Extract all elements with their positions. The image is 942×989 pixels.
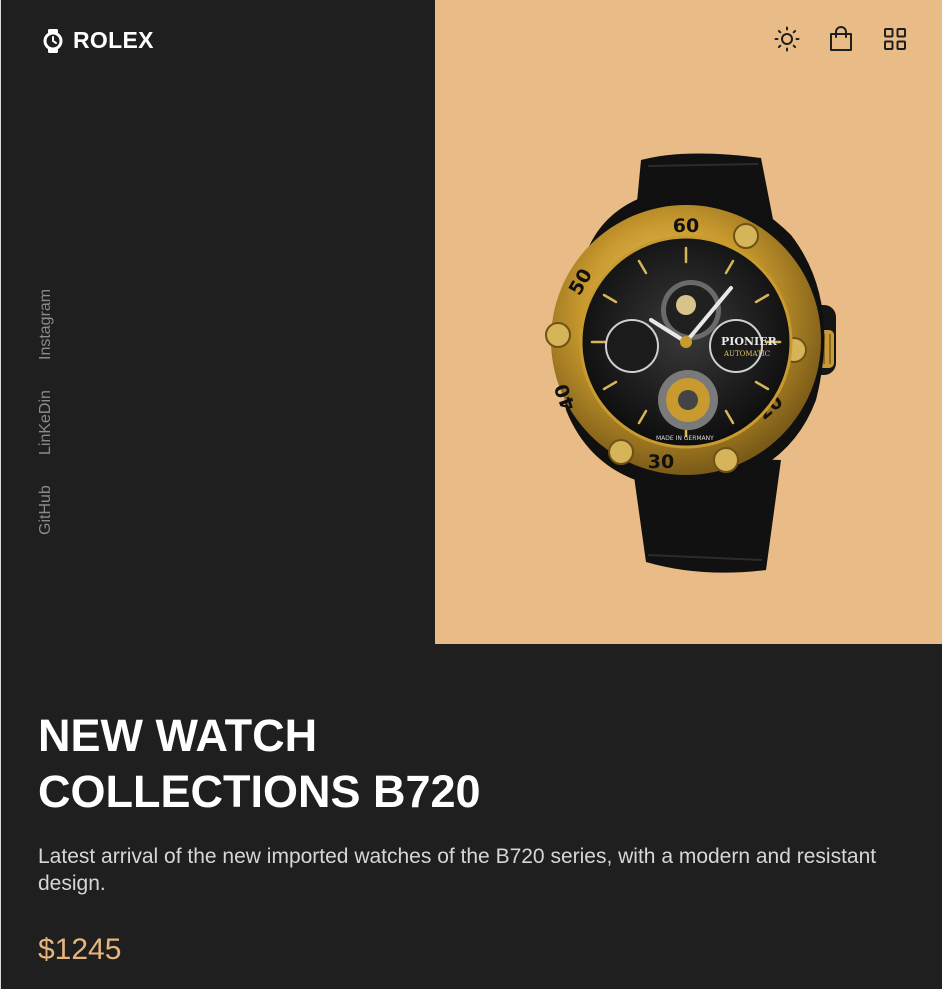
hero-title-line-1: NEW WATCH <box>38 710 318 761</box>
theme-toggle-button[interactable] <box>774 26 800 52</box>
cart-button[interactable] <box>828 26 854 52</box>
watch-brand-text: PIONIER <box>721 335 778 348</box>
brand-name: ROLEX <box>73 27 154 53</box>
bezel-number: 30 <box>648 451 674 473</box>
watch-origin-text: MADE IN GERMANY <box>656 435 714 442</box>
watch-subtitle-text: AUTOMATIC <box>723 350 770 358</box>
hero-description: Latest arrival of the new imported watch… <box>38 845 877 895</box>
grid-icon <box>884 28 906 50</box>
header-actions <box>774 26 908 52</box>
menu-button[interactable] <box>882 26 908 52</box>
social-links: Instagram LinKeDin GitHub <box>37 270 57 536</box>
watch-image: 60 50 40 30 20 PIONIER AUTOMATIC MADE IN… <box>536 150 866 580</box>
hero-title: NEW WATCH COLLECTIONS B720 <box>38 708 558 820</box>
watch-icon <box>43 28 63 53</box>
social-link-instagram[interactable]: Instagram <box>37 289 55 360</box>
shopping-bag-icon <box>830 26 852 51</box>
sun-icon <box>774 26 800 52</box>
bezel-number: 60 <box>673 215 699 237</box>
hero-title-line-2: COLLECTIONS B720 <box>38 766 481 817</box>
brand-logo[interactable]: ROLEX <box>41 27 154 54</box>
product-price: $1245 <box>38 933 122 966</box>
social-link-linkedin[interactable]: LinKeDin <box>37 390 55 455</box>
page-frame: ROLEX Instagram LinKeDin GitHub 60 50 40… <box>0 0 942 989</box>
social-link-github[interactable]: GitHub <box>37 485 55 535</box>
